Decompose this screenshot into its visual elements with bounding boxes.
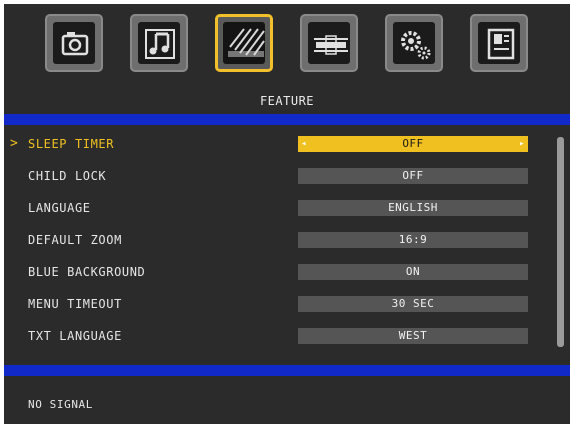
- menu-value-selector[interactable]: ◂ OFF ▸: [298, 136, 528, 152]
- menu-label: DEFAULT ZOOM: [28, 233, 122, 247]
- menu-label: TXT LANGUAGE: [28, 329, 122, 343]
- menu-row-sleep-timer[interactable]: > SLEEP TIMER ◂ OFF ▸: [4, 135, 570, 155]
- menu-label: CHILD LOCK: [28, 169, 107, 183]
- divider-bottom: [4, 365, 570, 376]
- page-title: FEATURE: [259, 94, 315, 108]
- menu-value[interactable]: 30 SEC: [298, 296, 528, 312]
- arrow-right-icon[interactable]: ▸: [519, 136, 525, 152]
- status-text: NO SIGNAL: [28, 398, 94, 411]
- feature-stripes-icon: [228, 28, 265, 57]
- menu-value[interactable]: WEST: [298, 328, 528, 344]
- tab-feature[interactable]: [215, 14, 273, 72]
- gears-icon: [401, 31, 431, 60]
- menu-value[interactable]: ENGLISH: [298, 200, 528, 216]
- cursor-arrow-icon: >: [10, 136, 18, 151]
- tab-info[interactable]: [470, 14, 528, 72]
- menu-row-txt-language[interactable]: TXT LANGUAGE WEST: [4, 327, 570, 347]
- music-note-icon: [145, 29, 175, 59]
- tab-setup[interactable]: [385, 14, 443, 72]
- connector-icon: [314, 35, 348, 55]
- menu-label: MENU TIMEOUT: [28, 297, 122, 311]
- menu-row-language[interactable]: LANGUAGE ENGLISH: [4, 199, 570, 219]
- menu-row-default-zoom[interactable]: DEFAULT ZOOM 16:9: [4, 231, 570, 251]
- scrollbar[interactable]: [557, 137, 564, 347]
- tv-osd-screen: FEATURE > SLEEP TIMER ◂ OFF ▸ CHILD LOCK…: [4, 4, 570, 424]
- divider-top: [4, 114, 570, 125]
- tab-sound[interactable]: [130, 14, 188, 72]
- menu-label: LANGUAGE: [28, 201, 91, 215]
- tab-picture[interactable]: [45, 14, 103, 72]
- menu-label: BLUE BACKGROUND: [28, 265, 146, 279]
- tab-input[interactable]: [300, 14, 358, 72]
- menu-row-menu-timeout[interactable]: MENU TIMEOUT 30 SEC: [4, 295, 570, 315]
- menu-label: SLEEP TIMER: [28, 137, 115, 151]
- document-icon: [487, 28, 515, 60]
- scrollbar-thumb[interactable]: [557, 137, 564, 347]
- menu-tab-bar: [4, 4, 570, 84]
- menu-value[interactable]: ON: [298, 264, 528, 280]
- menu-value: OFF: [402, 137, 424, 150]
- menu-value[interactable]: OFF: [298, 168, 528, 184]
- menu-row-child-lock[interactable]: CHILD LOCK OFF: [4, 167, 570, 187]
- menu-value[interactable]: 16:9: [298, 232, 528, 248]
- menu-row-blue-background[interactable]: BLUE BACKGROUND ON: [4, 263, 570, 283]
- arrow-left-icon[interactable]: ◂: [301, 136, 307, 152]
- picture-icon: [61, 32, 89, 56]
